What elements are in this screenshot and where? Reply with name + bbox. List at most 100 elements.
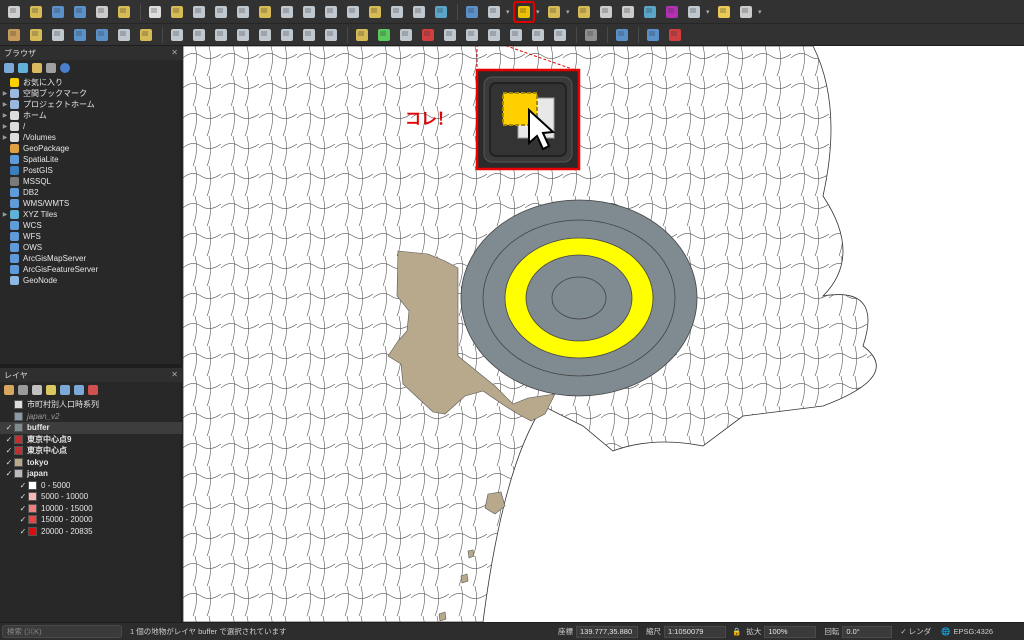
layer-item[interactable]: ✓ japan <box>0 468 182 480</box>
close-icon[interactable]: ✕ <box>171 370 178 380</box>
processing-toolbox-icon[interactable] <box>640 2 660 22</box>
browser-item[interactable]: ▶ プロジェクトホーム <box>0 99 182 110</box>
style-manager-icon[interactable] <box>4 385 14 395</box>
temporal-icon[interactable] <box>409 2 429 22</box>
layer-visibility-checkbox[interactable]: ✓ <box>18 527 28 536</box>
locator-search-input[interactable]: 検索 (⌘K) <box>2 625 122 638</box>
expand-arrow-icon[interactable]: ▶ <box>0 123 10 130</box>
dropdown-arrow-icon[interactable]: ▾ <box>758 8 764 16</box>
buffer-layer[interactable] <box>460 199 698 397</box>
select-value-icon[interactable] <box>544 2 564 22</box>
action-icon[interactable] <box>484 2 504 22</box>
layer-item[interactable]: ✓ 東京中心点 <box>0 445 182 457</box>
browser-item[interactable]: MSSQL <box>0 176 182 187</box>
zoom-selection-icon[interactable] <box>255 2 275 22</box>
map-canvas[interactable]: コレ！ <box>183 46 1024 622</box>
redo-icon[interactable] <box>321 25 341 45</box>
browser-item[interactable]: DB2 <box>0 187 182 198</box>
show-bookmarks-icon[interactable] <box>387 2 407 22</box>
zoom-native-icon[interactable] <box>299 2 319 22</box>
label-layer-icon[interactable] <box>374 25 394 45</box>
info-icon[interactable] <box>60 63 70 73</box>
browser-item[interactable]: お気に入り <box>0 77 182 88</box>
vertex-icon[interactable] <box>48 25 68 45</box>
label-icon[interactable] <box>352 25 372 45</box>
layer-item[interactable]: ✓ 0 - 5000 <box>0 480 182 492</box>
coord-field[interactable]: 139.777,35.880 <box>576 625 638 638</box>
dropdown-arrow-icon[interactable]: ▾ <box>706 8 712 16</box>
layer-visibility-checkbox[interactable]: ✓ <box>4 469 14 478</box>
layer-visibility-checkbox[interactable]: ✓ <box>4 458 14 467</box>
browser-item[interactable]: ▶ XYZ Tiles <box>0 209 182 220</box>
modify-icon[interactable] <box>189 25 209 45</box>
layer-item[interactable]: japan_v2 <box>0 411 182 423</box>
label-hide-icon[interactable] <box>528 25 548 45</box>
statistics-icon[interactable] <box>662 2 682 22</box>
expand-arrow-icon[interactable]: ▶ <box>0 90 10 97</box>
layer-visibility-checkbox[interactable]: ✓ <box>18 492 28 501</box>
visibility-icon[interactable] <box>32 385 42 395</box>
browser-item[interactable]: WMS/WMTS <box>0 198 182 209</box>
collapse-all-icon[interactable] <box>74 385 84 395</box>
collapse-all-icon[interactable] <box>46 63 56 73</box>
zoom-layer-icon[interactable] <box>277 2 297 22</box>
layout-manager-icon[interactable] <box>114 2 134 22</box>
copy-icon[interactable] <box>255 25 275 45</box>
layer-item[interactable]: ✓ 東京中心点9 <box>0 434 182 446</box>
expand-arrow-icon[interactable]: ▶ <box>0 112 10 119</box>
vertex-tool-icon[interactable] <box>114 25 134 45</box>
label-red-icon[interactable] <box>418 25 438 45</box>
browser-item[interactable]: WCS <box>0 220 182 231</box>
expand-arrow-icon[interactable]: ▶ <box>0 101 10 108</box>
attribute-table-icon[interactable] <box>596 2 616 22</box>
label-change-icon[interactable] <box>484 25 504 45</box>
layer-visibility-checkbox[interactable]: ✓ <box>4 446 14 455</box>
save-as-icon[interactable] <box>70 2 90 22</box>
filter-icon[interactable] <box>46 385 56 395</box>
expand-all-icon[interactable] <box>60 385 70 395</box>
scale-field[interactable]: 1:1050079 <box>664 625 726 638</box>
browser-item[interactable]: OWS <box>0 242 182 253</box>
help-icon[interactable] <box>643 25 663 45</box>
browser-item[interactable]: GeoNode <box>0 275 182 286</box>
label-show-icon[interactable] <box>506 25 526 45</box>
refresh-icon[interactable] <box>431 2 451 22</box>
layer-item[interactable]: ✓ 5000 - 10000 <box>0 491 182 503</box>
label-pin-icon[interactable] <box>396 25 416 45</box>
render-check[interactable]: ✓ <box>900 627 906 636</box>
dropdown-arrow-icon[interactable]: ▾ <box>536 8 542 16</box>
new-bookmark-icon[interactable] <box>365 2 385 22</box>
crs-label[interactable]: EPSG:4326 <box>953 627 993 636</box>
select-features-icon[interactable] <box>513 0 535 23</box>
browser-item[interactable]: ▶ ホーム <box>0 110 182 121</box>
dropdown-arrow-icon[interactable]: ▾ <box>566 8 572 16</box>
magnify-field[interactable]: 100% <box>764 625 817 638</box>
zoom-out-icon[interactable] <box>211 2 231 22</box>
browser-item[interactable]: SpatiaLite <box>0 154 182 165</box>
layer-item[interactable]: ✓ tokyo <box>0 457 182 469</box>
layer-visibility-checkbox[interactable]: ✓ <box>4 423 14 432</box>
dropdown-arrow-icon[interactable]: ▾ <box>506 8 512 16</box>
layer-visibility-checkbox[interactable]: ✓ <box>4 435 14 444</box>
expand-arrow-icon[interactable]: ▶ <box>0 134 10 141</box>
map-svg[interactable]: コレ！ <box>183 46 1024 622</box>
close-icon[interactable]: ✕ <box>171 48 178 58</box>
layer-item[interactable]: ✓ buffer <box>0 422 182 434</box>
layer-item[interactable]: ✓ 20000 - 20835 <box>0 526 182 538</box>
pan-to-selection-icon[interactable] <box>167 2 187 22</box>
identify-icon[interactable] <box>462 2 482 22</box>
deselect-icon[interactable] <box>574 2 594 22</box>
layer-item[interactable]: ✓ 15000 - 20000 <box>0 514 182 526</box>
browser-item[interactable]: PostGIS <box>0 165 182 176</box>
zoom-next-icon[interactable] <box>343 2 363 22</box>
zoom-full-icon[interactable] <box>233 2 253 22</box>
python-icon[interactable] <box>612 25 632 45</box>
browser-item[interactable]: ▶ /Volumes <box>0 132 182 143</box>
new-project-icon[interactable] <box>4 2 24 22</box>
print-layout-icon[interactable] <box>92 2 112 22</box>
layout-icon[interactable] <box>665 25 685 45</box>
cut-icon[interactable] <box>233 25 253 45</box>
browser-item[interactable]: ArcGisMapServer <box>0 253 182 264</box>
pan-icon[interactable] <box>145 2 165 22</box>
plugin-icon[interactable] <box>581 25 601 45</box>
